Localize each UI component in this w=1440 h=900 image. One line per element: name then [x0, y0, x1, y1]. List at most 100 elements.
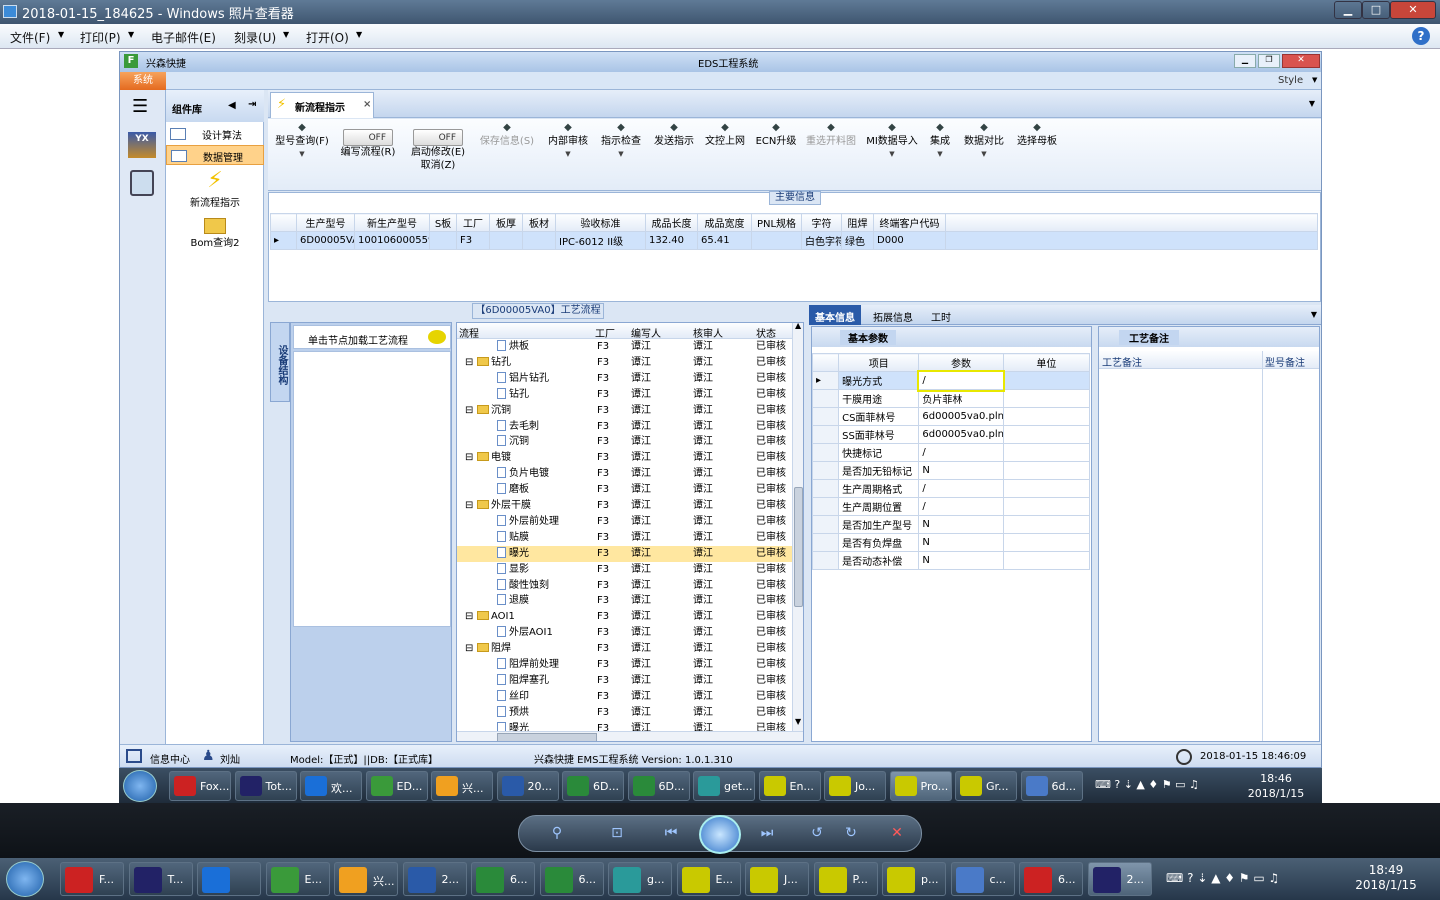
tree-row[interactable]: 丝印 F3 谭江 谭江 已审核	[457, 689, 792, 705]
param-cell[interactable]: 6d00005va0.plncs	[918, 407, 1004, 426]
outer-taskbar-button[interactable]: c...	[950, 862, 1015, 896]
scrollbar-thumb[interactable]	[794, 487, 803, 607]
ribbon-button-0[interactable]: ◆ 型号查询(F) ▼	[274, 123, 330, 161]
collapse-icon[interactable]: ⊟	[465, 498, 473, 513]
inner-taskbar-button[interactable]: Pro...	[889, 771, 952, 801]
tree-row[interactable]: 铝片钻孔 F3 谭江 谭江 已审核	[457, 371, 792, 387]
start-orb-icon[interactable]	[123, 770, 157, 802]
pin-icon[interactable]: ⇥	[248, 99, 256, 110]
tree-row[interactable]: 外层干膜 F3 谭江 谭江 已审核 ⊟	[457, 498, 792, 514]
tree-row[interactable]: 钻孔 F3 谭江 谭江 已审核	[457, 387, 792, 403]
tree-row[interactable]: 去毛刺 F3 谭江 谭江 已审核	[457, 419, 792, 435]
param-cell[interactable]: 干膜用途	[838, 389, 920, 408]
param-cell[interactable]	[1002, 443, 1091, 462]
outer-taskbar-button[interactable]: T...	[128, 862, 193, 896]
collapse-icon[interactable]: ⊟	[465, 355, 473, 370]
delete-icon[interactable]: ✕	[887, 825, 907, 843]
actual-size-icon[interactable]: ⊡	[607, 825, 627, 843]
ribbon-button-3[interactable]: ◆ 保存信息(S)	[476, 123, 538, 148]
cell[interactable]	[429, 231, 457, 250]
param-row[interactable]: 是否加无铅标记 N	[811, 461, 1091, 480]
tree-row[interactable]: 阻焊塞孔 F3 谭江 谭江 已审核	[457, 673, 792, 689]
param-row[interactable]: CS面菲林号6d00005va0.plncs	[811, 407, 1091, 426]
tree-row[interactable]: 沉铜 F3 谭江 谭江 已审核 ⊟	[457, 403, 792, 419]
param-row[interactable]: 快捷标记 /	[811, 443, 1091, 462]
param-row[interactable]: 是否有负焊盘 N	[811, 533, 1091, 552]
menu-print[interactable]: 打印(P)	[80, 29, 121, 46]
cell[interactable]: F3	[456, 231, 490, 250]
inner-taskbar-button[interactable]: Tot...	[234, 771, 297, 801]
scroll-down-icon[interactable]: ▼	[795, 717, 801, 726]
style-menu[interactable]: Style	[1278, 75, 1303, 86]
param-cell[interactable]: 负片菲林	[918, 389, 1004, 408]
chevron-down-icon[interactable]: ▼	[1311, 310, 1317, 319]
hamburger-icon[interactable]: ☰	[132, 98, 148, 116]
tree-vertical-scrollbar[interactable]: ▲ ▼	[792, 323, 803, 731]
scroll-up-icon[interactable]: ▲	[795, 323, 801, 330]
param-cell[interactable]	[1002, 515, 1091, 534]
ribbon-button-9[interactable]: ◆ 重选开料图	[804, 123, 858, 148]
param-cell[interactable]: 6d00005va0.plnss	[918, 425, 1004, 444]
maximize-button[interactable]: □	[1362, 1, 1390, 19]
param-cell[interactable]	[1002, 389, 1091, 408]
param-cell[interactable]: N	[918, 533, 1004, 552]
menu-open[interactable]: 打开(O)	[306, 29, 349, 46]
app-minimize-button[interactable]: ▁	[1234, 54, 1256, 68]
inner-taskbar-button[interactable]: Gr...	[955, 771, 1017, 801]
tree-row[interactable]: 曝光 F3 谭江 谭江 已审核	[457, 545, 792, 562]
tree-row[interactable]: 酸性蚀刻 F3 谭江 谭江 已审核	[457, 578, 792, 594]
collapse-icon[interactable]: ⊟	[465, 641, 473, 656]
outer-taskbar-button[interactable]: F...	[60, 862, 124, 896]
param-cell[interactable]: 生产周期位置	[838, 497, 920, 516]
tab-new-flow-instruction[interactable]: ⚡ 新流程指示 ×	[270, 92, 374, 118]
outer-taskbar-button[interactable]: 2...	[402, 862, 467, 896]
next-icon[interactable]: ⏭	[757, 825, 777, 843]
col-header[interactable]: 验收标准	[555, 213, 646, 232]
col-header[interactable]: PNL规格	[751, 213, 802, 232]
param-cell[interactable]: 曝光方式	[838, 371, 920, 390]
param-cell[interactable]	[1002, 425, 1091, 444]
param-cell[interactable]: N	[918, 461, 1004, 480]
collapse-left-icon[interactable]: ◀	[228, 100, 236, 111]
rotate-right-icon[interactable]: ↻	[841, 825, 861, 843]
tree-row[interactable]: 曝光 F3 谭江 谭江 已审核	[457, 721, 792, 731]
main-info-data-row[interactable]: ▸6D00005VA010010600055905 F3 IPC-6012 II级1…	[270, 231, 1318, 250]
close-tab-icon[interactable]: ×	[363, 99, 371, 110]
param-cell[interactable]: 快捷标记	[838, 443, 920, 462]
tree-row[interactable]: 外层前处理 F3 谭江 谭江 已审核	[457, 514, 792, 530]
col-header[interactable]: 字符	[801, 213, 842, 232]
param-row[interactable]: ▸ 曝光方式 /	[811, 369, 1091, 392]
toggle-switch[interactable]: OFF	[413, 129, 463, 146]
tree-horizontal-scrollbar[interactable]	[457, 731, 803, 741]
collapse-icon[interactable]: ⊟	[465, 403, 473, 418]
outer-taskbar-button[interactable]: 兴...	[334, 862, 398, 896]
param-col-header[interactable]: 项目	[838, 353, 920, 372]
inner-taskbar-button[interactable]: 兴...	[431, 771, 493, 801]
col-header[interactable]: 板材	[522, 213, 556, 232]
ribbon-button-10[interactable]: ◆ MI数据导入 ▼	[864, 123, 920, 161]
tree-row[interactable]: 贴膜 F3 谭江 谭江 已审核	[457, 530, 792, 546]
cell[interactable]: IPC-6012 II级	[555, 231, 646, 250]
col-header[interactable]: S板	[429, 213, 457, 232]
cell[interactable]	[522, 231, 556, 250]
inner-taskbar-button[interactable]: 欢...	[300, 771, 362, 801]
outer-taskbar-button[interactable]: p...	[882, 862, 946, 896]
param-row[interactable]: 是否动态补偿 N	[811, 551, 1091, 570]
param-col-header[interactable]: 参数	[918, 353, 1004, 372]
param-cell[interactable]	[1002, 461, 1091, 480]
col-header[interactable]: 板厚	[489, 213, 523, 232]
toggle-switch[interactable]: OFF	[343, 129, 393, 146]
inner-taskbar-button[interactable]: 20...	[496, 771, 559, 801]
slideshow-button[interactable]	[699, 815, 741, 854]
outer-taskbar-button[interactable]: 6...	[471, 862, 535, 896]
col-header[interactable]: 终端客户代码	[873, 213, 946, 232]
app-close-button[interactable]: ✕	[1282, 54, 1320, 68]
inner-taskbar-button[interactable]: 6D...	[627, 771, 690, 801]
inner-taskbar-button[interactable]: get...	[693, 771, 755, 801]
param-cell[interactable]	[1002, 533, 1091, 552]
col-header[interactable]: 成品宽度	[697, 213, 752, 232]
col-header[interactable]: 成品长度	[645, 213, 698, 232]
calculator-icon[interactable]	[130, 170, 154, 196]
tree-row[interactable]: 负片电镀 F3 谭江 谭江 已审核	[457, 466, 792, 482]
inner-taskbar-button[interactable]: 6d...	[1020, 771, 1083, 801]
